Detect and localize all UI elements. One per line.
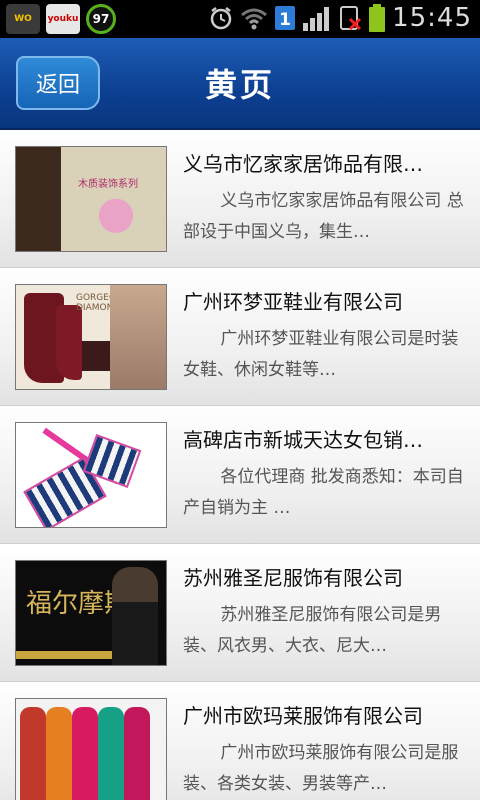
home-decor-image: 木质装饰系列	[15, 146, 167, 252]
youku-app-label: youku	[47, 14, 79, 24]
list-item[interactable]: GORGEOUSDIAMOND BOOT 广州环梦亚鞋业有限公司 广州环梦亚鞋业…	[0, 268, 480, 406]
svg-text:1: 1	[279, 10, 291, 30]
boots-image: GORGEOUSDIAMOND BOOT	[15, 284, 167, 390]
no-sim-icon	[340, 6, 362, 31]
list-item[interactable]: 福尔摩斯 苏州雅圣尼服饰有限公司 苏州雅圣尼服饰有限公司是男装、风衣男、大衣、尼…	[0, 544, 480, 682]
score-badge-icon: 97	[86, 4, 116, 34]
item-description: 苏州雅圣尼服饰有限公司是男装、风衣男、大衣、尼大…	[183, 605, 442, 656]
item-description: 广州市欧玛莱服饰有限公司是服装、各类女装、男装等产…	[183, 743, 459, 794]
youku-app-icon: youku	[46, 4, 80, 34]
notification-icons: WO youku 97	[6, 4, 116, 34]
handbag-image	[15, 422, 167, 528]
wo-app-label: WO	[14, 14, 32, 24]
item-title: 高碑店市新城天达女包销…	[183, 428, 423, 452]
list-item[interactable]: 高碑店市新城天达女包销… 各位代理商 批发商悉知：本司自产自销为主 …	[0, 406, 480, 544]
item-title: 广州环梦亚鞋业有限公司	[183, 290, 403, 314]
signal-icon	[303, 7, 330, 31]
company-list: 木质装饰系列 义乌市忆家家居饰品有限… 义乌市忆家家居饰品有限公司 总部设于中国…	[0, 130, 480, 800]
list-item[interactable]: 广州市欧玛莱服饰有限公司 广州市欧玛莱服饰有限公司是服装、各类女装、男装等产…	[0, 682, 480, 800]
item-description: 广州环梦亚鞋业有限公司是时装女鞋、休闲女鞋等…	[183, 329, 459, 380]
battery-icon	[369, 4, 386, 32]
page-title: 黄页	[204, 66, 275, 104]
wo-app-icon: WO	[6, 4, 40, 34]
item-title: 义乌市忆家家居饰品有限…	[183, 152, 423, 176]
sim-1-icon: 1	[275, 6, 296, 30]
list-item[interactable]: 木质装饰系列 义乌市忆家家居饰品有限… 义乌市忆家家居饰品有限公司 总部设于中国…	[0, 130, 480, 268]
app-header: 返回 黄页	[0, 38, 480, 130]
system-icons: 1 15:45	[208, 3, 472, 33]
item-description: 义乌市忆家家居饰品有限公司 总部设于中国义乌，集生…	[183, 191, 464, 242]
score-badge-label: 97	[92, 12, 110, 26]
item-title: 广州市欧玛莱服饰有限公司	[183, 704, 423, 728]
wifi-icon	[241, 8, 268, 30]
clock-time: 15:45	[392, 3, 472, 33]
alarm-icon	[210, 7, 232, 30]
item-description: 各位代理商 批发商悉知：本司自产自销为主 …	[183, 467, 464, 518]
womenswear-image	[15, 698, 167, 800]
item-title: 苏州雅圣尼服饰有限公司	[183, 566, 403, 590]
status-bar: WO youku 97 1 15:45	[0, 0, 480, 38]
menswear-image: 福尔摩斯	[15, 560, 167, 666]
